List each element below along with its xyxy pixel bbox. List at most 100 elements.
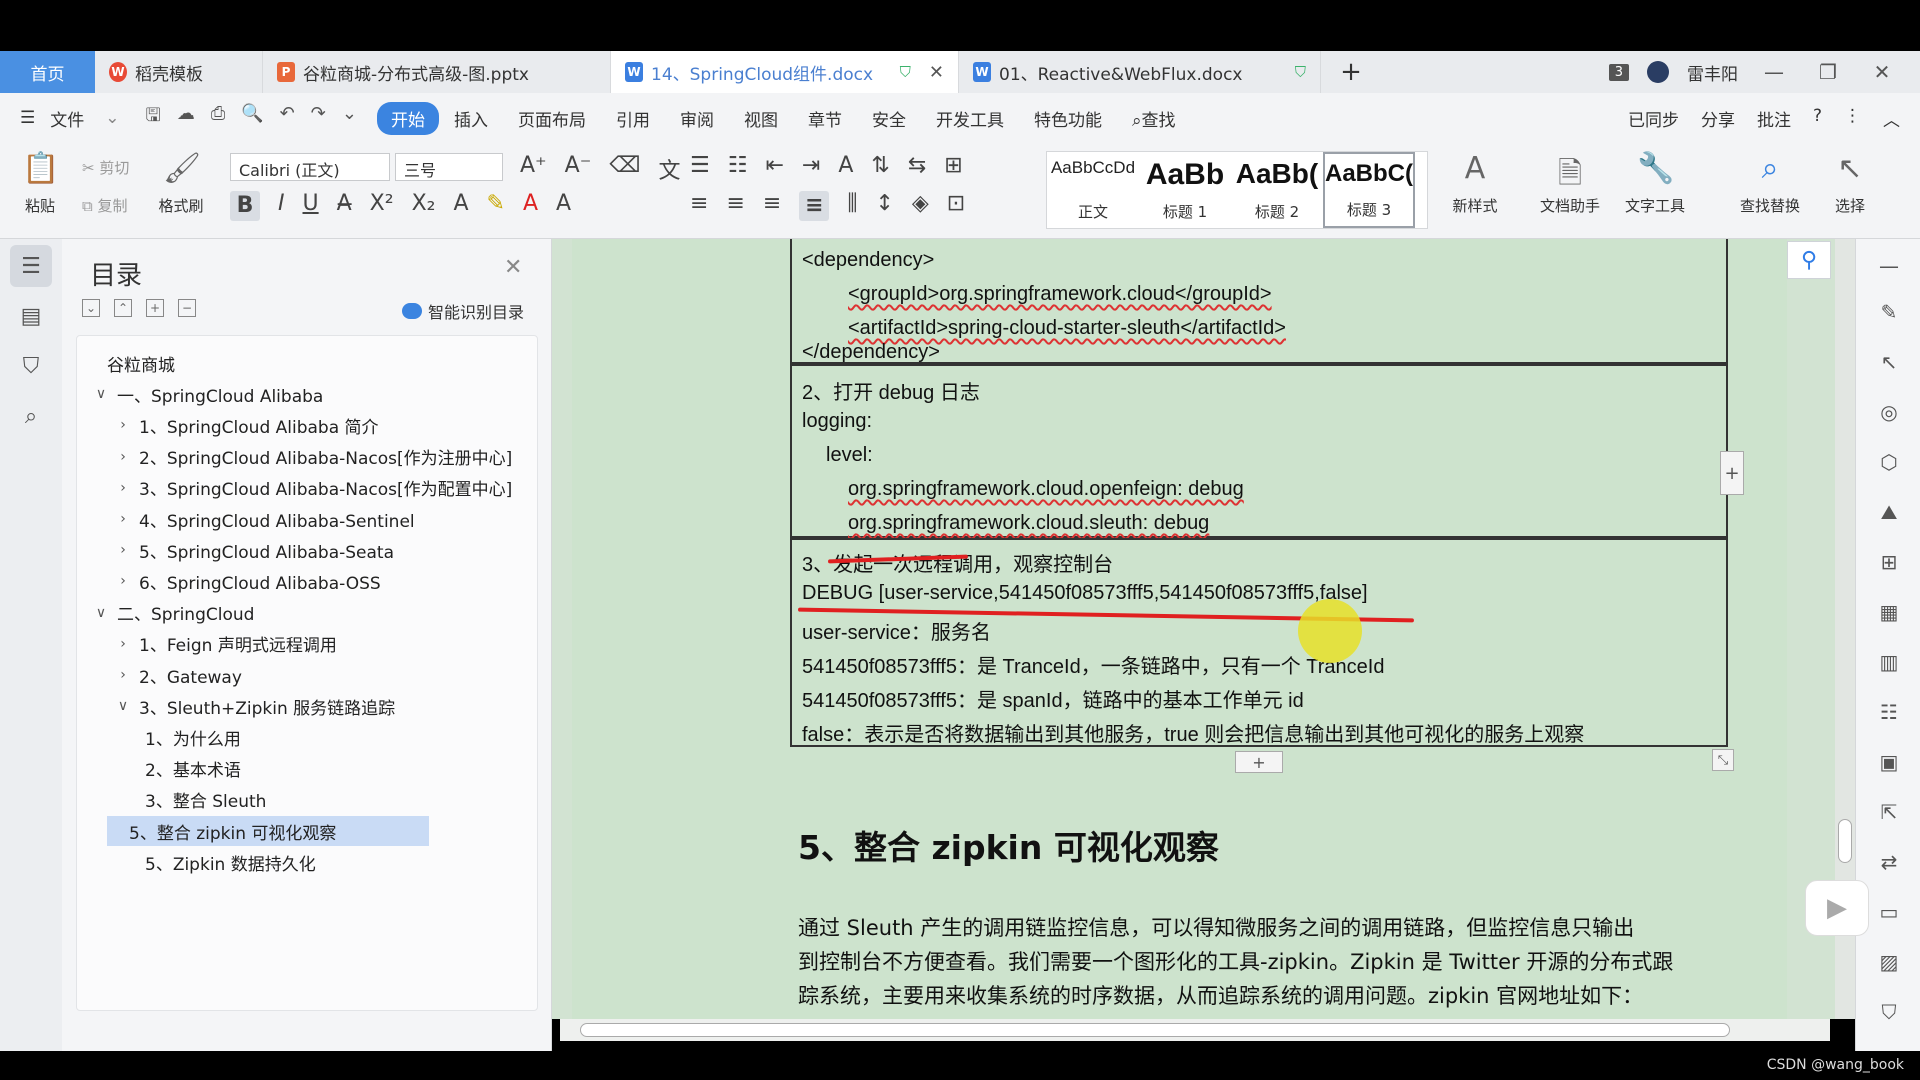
- settings-sliders-icon[interactable]: ☷: [1876, 699, 1902, 725]
- distributed-icon[interactable]: ⫼: [847, 191, 857, 221]
- format-painter-button[interactable]: 🖌 格式刷: [146, 151, 216, 216]
- customize-icon[interactable]: ⌄: [342, 103, 357, 133]
- menu-security[interactable]: 安全: [857, 106, 921, 131]
- justify-icon[interactable]: ≡: [799, 191, 830, 221]
- align-center-icon[interactable]: ≡: [726, 191, 744, 221]
- shading-icon[interactable]: ◈: [912, 191, 929, 221]
- chevron-right-icon[interactable]: ›: [113, 636, 133, 652]
- chevron-down-icon[interactable]: ∨: [113, 698, 133, 714]
- help-icon[interactable]: ?: [1813, 106, 1822, 131]
- location-pin-icon[interactable]: ⚲: [1787, 241, 1831, 279]
- horizontal-scrollbar[interactable]: [560, 1019, 1830, 1041]
- chevron-right-icon[interactable]: ›: [113, 542, 133, 558]
- grow-font-icon[interactable]: A⁺: [520, 153, 547, 185]
- menu-insert[interactable]: 插入: [439, 106, 503, 131]
- toc-item[interactable]: 谷粒商城: [107, 348, 175, 378]
- shrink-font-icon[interactable]: A⁻: [565, 153, 592, 185]
- menu-view[interactable]: 视图: [729, 106, 793, 131]
- menu-section[interactable]: 章节: [793, 106, 857, 131]
- archive-icon[interactable]: ▭: [1876, 899, 1902, 925]
- strikethrough-button[interactable]: A̶: [337, 191, 352, 221]
- pointer-icon[interactable]: ↖: [1876, 349, 1902, 375]
- chevron-right-icon[interactable]: ›: [113, 573, 133, 589]
- minimize-icon[interactable]: —: [1756, 60, 1792, 84]
- toc-item[interactable]: › 1、Feign 声明式远程调用: [113, 629, 337, 659]
- vertical-scroll-thumb[interactable]: [1838, 819, 1852, 863]
- cut-button[interactable]: ✂ 剪切: [82, 157, 129, 178]
- chevron-right-icon[interactable]: ›: [113, 480, 133, 496]
- char-shading-button[interactable]: A: [556, 191, 571, 221]
- chapters-icon[interactable]: ▤: [10, 295, 52, 337]
- toc-item[interactable]: 3、整合 Sleuth: [145, 785, 266, 815]
- toc-item[interactable]: › 6、SpringCloud Alibaba-OSS: [113, 566, 381, 596]
- translate-icon[interactable]: ⇄: [1876, 849, 1902, 875]
- find-icon[interactable]: ⌕: [10, 395, 52, 437]
- picture-icon[interactable]: ▨: [1876, 949, 1902, 975]
- chevron-down-icon[interactable]: ∨: [91, 386, 111, 402]
- pen-icon[interactable]: ✎: [1876, 299, 1902, 325]
- add-row-button[interactable]: +: [1235, 751, 1283, 773]
- bold-button[interactable]: B: [230, 191, 260, 221]
- play-icon[interactable]: ▶: [1805, 880, 1869, 936]
- char-scale-icon[interactable]: A: [838, 153, 853, 178]
- avatar[interactable]: [1647, 61, 1669, 83]
- borders-icon[interactable]: ⊡: [947, 191, 965, 221]
- bullets-icon[interactable]: ☰: [690, 153, 710, 178]
- menu-page-layout[interactable]: 页面布局: [503, 106, 601, 131]
- redo-icon[interactable]: ↷: [311, 103, 326, 133]
- superscript-button[interactable]: X²: [370, 191, 394, 221]
- export-icon[interactable]: ⇱: [1876, 799, 1902, 825]
- expand-all-icon[interactable]: ⌄: [82, 299, 100, 317]
- align-left-icon[interactable]: ≡: [690, 191, 708, 221]
- table-icon[interactable]: ⊞: [1876, 549, 1902, 575]
- close-icon[interactable]: ✕: [929, 62, 944, 83]
- decrease-indent-icon[interactable]: ⇤: [765, 153, 783, 178]
- menu-search[interactable]: ⌕查找: [1117, 106, 1191, 131]
- font-name-select[interactable]: Calibri (正文): [230, 153, 390, 181]
- cloud-icon[interactable]: ☁: [177, 103, 195, 133]
- toc-item[interactable]: › 3、SpringCloud Alibaba-Nacos[作为配置中心]: [113, 473, 512, 503]
- toc-item[interactable]: 5、Zipkin 数据持久化: [145, 847, 316, 877]
- restore-icon[interactable]: ❐: [1810, 60, 1846, 84]
- toc-item[interactable]: › 2、SpringCloud Alibaba-Nacos[作为注册中心]: [113, 442, 512, 472]
- chevron-down-icon[interactable]: ⌄: [99, 108, 125, 128]
- menu-home[interactable]: 开始: [376, 101, 439, 135]
- style-normal[interactable]: AaBbCcDd 正文: [1047, 152, 1139, 228]
- tab-home[interactable]: 首页: [0, 51, 95, 93]
- clear-format-icon[interactable]: ⌫: [609, 153, 640, 185]
- menu-file[interactable]: 文件: [50, 106, 99, 131]
- toc-item[interactable]: ∨ 3、Sleuth+Zipkin 服务链路追踪: [113, 691, 395, 721]
- text-tools-button[interactable]: 🔧 文字工具: [1620, 151, 1690, 216]
- italic-button[interactable]: I: [278, 191, 285, 221]
- undo-icon[interactable]: ↶: [280, 103, 295, 133]
- table-borders-icon[interactable]: ⊞: [944, 153, 962, 178]
- tab-pptx[interactable]: P 谷粒商城-分布式高级-图.pptx: [263, 51, 611, 93]
- phonetic-icon[interactable]: 文: [658, 153, 680, 185]
- subscript-button[interactable]: X₂: [412, 191, 436, 221]
- menu-review[interactable]: 审阅: [665, 106, 729, 131]
- chevron-right-icon[interactable]: ›: [113, 417, 133, 433]
- toc-item[interactable]: › 4、SpringCloud Alibaba-Sentinel: [113, 504, 414, 534]
- chart-icon[interactable]: ▥: [1876, 649, 1902, 675]
- window-count-badge[interactable]: 3: [1608, 63, 1629, 81]
- line-spacing-icon[interactable]: ↕: [875, 191, 893, 221]
- text-effect-button[interactable]: A: [453, 191, 468, 221]
- remove-heading-icon[interactable]: −: [178, 299, 196, 317]
- save-icon[interactable]: 🖫: [146, 103, 161, 133]
- print-preview-icon[interactable]: 🔍: [241, 103, 263, 133]
- copy-button[interactable]: ⧉ 复制: [82, 195, 128, 216]
- layers-icon[interactable]: ⛰: [1876, 499, 1902, 525]
- comment-button[interactable]: 批注: [1757, 106, 1791, 131]
- collapse-ribbon-icon[interactable]: ︿: [1883, 106, 1900, 131]
- font-size-select[interactable]: 三号: [395, 153, 503, 181]
- toc-item[interactable]: ∨ 二、SpringCloud: [91, 598, 255, 628]
- style-heading-3[interactable]: AaBbC( 标题 3: [1323, 152, 1415, 228]
- horizontal-scroll-thumb[interactable]: [580, 1023, 1730, 1037]
- toc-item[interactable]: › 5、SpringCloud Alibaba-Seata: [113, 535, 394, 565]
- synced-button[interactable]: 已同步: [1628, 106, 1679, 131]
- highlight-button[interactable]: ✎: [487, 191, 505, 221]
- chevron-right-icon[interactable]: ›: [113, 511, 133, 527]
- menu-references[interactable]: 引用: [601, 106, 665, 131]
- find-replace-button[interactable]: ⌕ 查找替换: [1735, 151, 1805, 216]
- user-name[interactable]: 雷丰阳: [1687, 60, 1738, 85]
